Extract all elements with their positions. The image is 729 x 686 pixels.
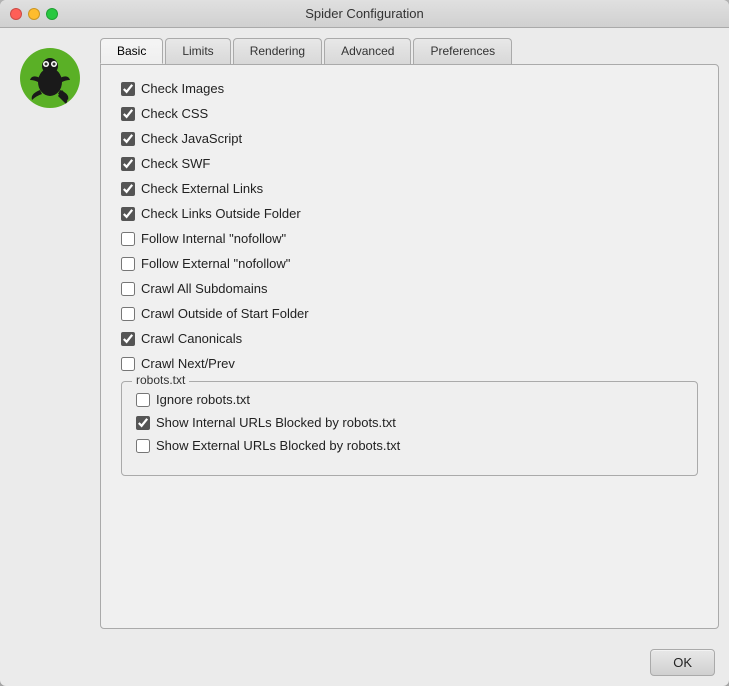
tab-basic[interactable]: Basic — [100, 38, 163, 64]
ignore-robots-row: Ignore robots.txt — [136, 392, 683, 407]
check-css-checkbox[interactable] — [121, 107, 135, 121]
robots-group: robots.txt Ignore robots.txt Show Intern… — [121, 381, 698, 476]
follow-external-nofollow-label[interactable]: Follow External "nofollow" — [141, 256, 290, 271]
crawl-canonicals-checkbox[interactable] — [121, 332, 135, 346]
crawl-all-subdomains-checkbox[interactable] — [121, 282, 135, 296]
crawl-outside-start-folder-checkbox[interactable] — [121, 307, 135, 321]
crawl-next-prev-checkbox[interactable] — [121, 357, 135, 371]
check-swf-checkbox[interactable] — [121, 157, 135, 171]
robots-legend: robots.txt — [132, 373, 189, 387]
ignore-robots-label[interactable]: Ignore robots.txt — [156, 392, 250, 407]
check-css-label[interactable]: Check CSS — [141, 106, 208, 121]
check-external-links-checkbox[interactable] — [121, 182, 135, 196]
follow-internal-nofollow-label[interactable]: Follow Internal "nofollow" — [141, 231, 286, 246]
show-external-blocked-row: Show External URLs Blocked by robots.txt — [136, 438, 683, 453]
crawl-next-prev-label[interactable]: Crawl Next/Prev — [141, 356, 235, 371]
minimize-button[interactable] — [28, 8, 40, 20]
check-external-links-row: Check External Links — [121, 181, 698, 196]
show-external-blocked-checkbox[interactable] — [136, 439, 150, 453]
follow-internal-nofollow-checkbox[interactable] — [121, 232, 135, 246]
check-images-row: Check Images — [121, 81, 698, 96]
crawl-next-prev-row: Crawl Next/Prev — [121, 356, 698, 371]
check-swf-label[interactable]: Check SWF — [141, 156, 210, 171]
show-internal-blocked-checkbox[interactable] — [136, 416, 150, 430]
tab-preferences[interactable]: Preferences — [413, 38, 512, 64]
follow-internal-nofollow-row: Follow Internal "nofollow" — [121, 231, 698, 246]
footer: OK — [0, 639, 729, 686]
crawl-canonicals-row: Crawl Canonicals — [121, 331, 698, 346]
show-internal-blocked-row: Show Internal URLs Blocked by robots.txt — [136, 415, 683, 430]
check-swf-row: Check SWF — [121, 156, 698, 171]
tab-rendering[interactable]: Rendering — [233, 38, 322, 64]
crawl-outside-start-folder-row: Crawl Outside of Start Folder — [121, 306, 698, 321]
crawl-all-subdomains-label[interactable]: Crawl All Subdomains — [141, 281, 267, 296]
check-links-outside-folder-checkbox[interactable] — [121, 207, 135, 221]
check-javascript-row: Check JavaScript — [121, 131, 698, 146]
show-internal-blocked-label[interactable]: Show Internal URLs Blocked by robots.txt — [156, 415, 396, 430]
window-title: Spider Configuration — [305, 6, 424, 21]
crawl-all-subdomains-row: Crawl All Subdomains — [121, 281, 698, 296]
window-controls — [10, 8, 58, 20]
check-javascript-checkbox[interactable] — [121, 132, 135, 146]
tab-content-basic: Check Images Check CSS Check JavaScript … — [100, 64, 719, 629]
app-logo — [20, 48, 80, 108]
check-links-outside-folder-label[interactable]: Check Links Outside Folder — [141, 206, 301, 221]
crawl-canonicals-label[interactable]: Crawl Canonicals — [141, 331, 242, 346]
check-images-label[interactable]: Check Images — [141, 81, 224, 96]
tab-limits[interactable]: Limits — [165, 38, 230, 64]
maximize-button[interactable] — [46, 8, 58, 20]
window-body: Basic Limits Rendering Advanced Preferen… — [0, 28, 729, 639]
tab-advanced[interactable]: Advanced — [324, 38, 411, 64]
logo-area — [10, 38, 90, 629]
main-area: Basic Limits Rendering Advanced Preferen… — [100, 38, 719, 629]
crawl-outside-start-folder-label[interactable]: Crawl Outside of Start Folder — [141, 306, 309, 321]
titlebar: Spider Configuration — [0, 0, 729, 28]
check-javascript-label[interactable]: Check JavaScript — [141, 131, 242, 146]
check-external-links-label[interactable]: Check External Links — [141, 181, 263, 196]
check-css-row: Check CSS — [121, 106, 698, 121]
ok-button[interactable]: OK — [650, 649, 715, 676]
ignore-robots-checkbox[interactable] — [136, 393, 150, 407]
check-links-outside-folder-row: Check Links Outside Folder — [121, 206, 698, 221]
follow-external-nofollow-checkbox[interactable] — [121, 257, 135, 271]
follow-external-nofollow-row: Follow External "nofollow" — [121, 256, 698, 271]
app-window: Spider Configuration — [0, 0, 729, 686]
check-images-checkbox[interactable] — [121, 82, 135, 96]
show-external-blocked-label[interactable]: Show External URLs Blocked by robots.txt — [156, 438, 400, 453]
tab-bar: Basic Limits Rendering Advanced Preferen… — [100, 38, 719, 64]
close-button[interactable] — [10, 8, 22, 20]
